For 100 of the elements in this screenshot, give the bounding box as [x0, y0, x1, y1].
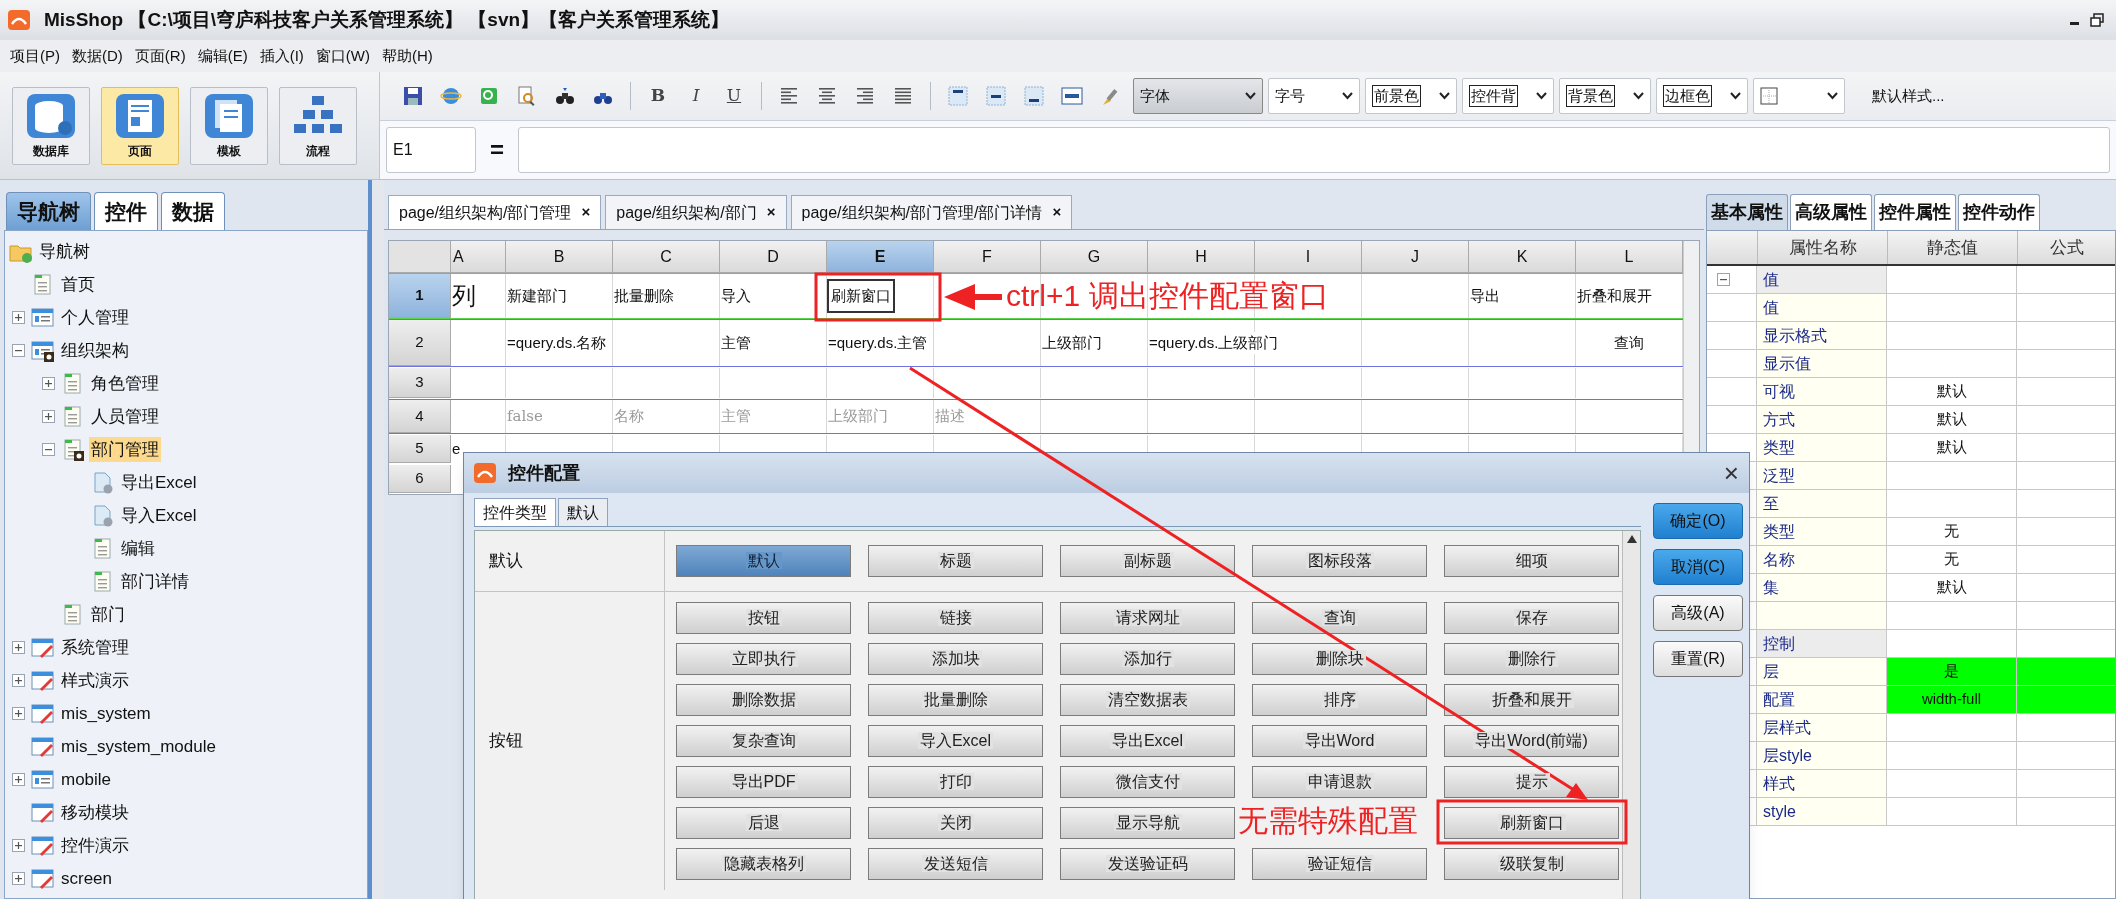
control-type-button[interactable]: 立即执行: [676, 643, 851, 675]
panel-tab[interactable]: 控件: [94, 192, 158, 230]
tree-item[interactable]: 人员管理: [89, 403, 161, 430]
control-type-button[interactable]: 添加行: [1060, 643, 1235, 675]
control-type-button[interactable]: 导出Word: [1252, 725, 1427, 757]
control-type-button[interactable]: 保存: [1444, 602, 1619, 634]
close-button[interactable]: ×: [1723, 460, 1739, 486]
expand-toggle[interactable]: [1717, 273, 1730, 286]
format-dropdown[interactable]: 字号: [1268, 78, 1360, 114]
column-header[interactable]: B: [506, 241, 613, 273]
menu-item[interactable]: 帮助(H): [376, 44, 439, 68]
control-type-button[interactable]: 批量删除: [868, 684, 1043, 716]
text-style-button[interactable]: B: [647, 83, 669, 109]
row-header[interactable]: 1: [389, 274, 451, 318]
control-type-button[interactable]: 排序: [1252, 684, 1427, 716]
document-tab[interactable]: page/组织架构/部门管理 ×: [388, 195, 602, 229]
globe-icon[interactable]: [440, 85, 462, 107]
expand-toggle[interactable]: [11, 674, 25, 687]
expand-toggle[interactable]: [11, 344, 25, 357]
menu-item[interactable]: 数据(D): [66, 44, 129, 68]
format-dropdown[interactable]: 字体: [1133, 78, 1263, 114]
control-type-button[interactable]: 删除块: [1252, 643, 1427, 675]
control-type-button[interactable]: 复杂查询: [676, 725, 851, 757]
tree-item[interactable]: 移动模块: [59, 799, 131, 826]
cell-name-field[interactable]: E1: [386, 127, 476, 173]
restore-icon[interactable]: [2090, 13, 2104, 27]
tree-item[interactable]: 个人管理: [59, 304, 131, 331]
control-type-button[interactable]: 打印: [868, 766, 1043, 798]
dialog-action-button[interactable]: 高级(A): [1653, 595, 1743, 631]
control-type-button[interactable]: 导出Excel: [1060, 725, 1235, 757]
format-dropdown[interactable]: 控件背: [1462, 78, 1554, 114]
binoculars-icon[interactable]: [554, 85, 576, 107]
control-type-button[interactable]: 链接: [868, 602, 1043, 634]
control-type-button[interactable]: 后退: [676, 807, 851, 839]
property-value[interactable]: 默认: [1887, 378, 2017, 405]
dialog-action-button[interactable]: 确定(O): [1653, 503, 1743, 539]
vertical-align-icon[interactable]: [985, 85, 1007, 107]
tree-item[interactable]: 组织架构: [59, 337, 131, 364]
property-value[interactable]: 默认: [1887, 434, 2017, 461]
column-header[interactable]: C: [613, 241, 720, 273]
format-dropdown[interactable]: 边框色: [1656, 78, 1748, 114]
scroll-up-icon[interactable]: [1626, 535, 1637, 543]
tree-item[interactable]: 角色管理: [89, 370, 161, 397]
format-dropdown[interactable]: 背景色: [1559, 78, 1651, 114]
document-tab[interactable]: page/组织架构/部门 ×: [605, 195, 787, 229]
mode-button[interactable]: 数据库: [12, 86, 90, 165]
panel-tab[interactable]: 控件动作: [1958, 194, 2040, 230]
close-button[interactable]: ×: [1052, 201, 1062, 224]
document-tab[interactable]: page/组织架构/部门管理/部门详情 ×: [790, 195, 1073, 229]
merge-cells-icon[interactable]: [1061, 85, 1083, 107]
mode-button[interactable]: 模板: [190, 86, 268, 165]
column-header[interactable]: G: [1041, 241, 1148, 273]
control-type-button[interactable]: 刷新窗口: [1444, 807, 1619, 839]
control-type-button[interactable]: 清空数据表: [1060, 684, 1235, 716]
property-value[interactable]: 无: [1887, 546, 2017, 573]
row-header[interactable]: 4: [389, 400, 451, 433]
mode-button[interactable]: 流程: [279, 86, 357, 165]
dialog-tab[interactable]: 控件类型: [474, 498, 556, 526]
expand-toggle[interactable]: [41, 443, 55, 456]
menu-item[interactable]: 页面(R): [128, 44, 192, 68]
menu-item[interactable]: 项目(P): [4, 44, 66, 68]
panel-tab[interactable]: 控件属性: [1874, 194, 1956, 230]
control-type-button[interactable]: 按钮: [676, 602, 851, 634]
format-dropdown[interactable]: 前景色: [1365, 78, 1457, 114]
close-button[interactable]: ×: [581, 201, 591, 224]
expand-toggle[interactable]: [11, 707, 25, 720]
tree-item[interactable]: 样式演示: [59, 667, 131, 694]
save-icon[interactable]: [402, 85, 424, 107]
border-dropdown[interactable]: [1753, 78, 1845, 114]
tree-item[interactable]: 控件演示: [59, 832, 131, 859]
control-type-button[interactable]: 验证短信: [1252, 848, 1427, 880]
panel-tab[interactable]: 导航树: [6, 192, 91, 230]
column-header[interactable]: D: [720, 241, 827, 273]
control-type-button[interactable]: 提示: [1444, 766, 1619, 798]
panel-tab[interactable]: 基本属性: [1706, 194, 1788, 230]
control-type-button[interactable]: 发送短信: [868, 848, 1043, 880]
expand-toggle[interactable]: [11, 839, 25, 852]
control-type-button[interactable]: 申请退款: [1252, 766, 1427, 798]
column-header[interactable]: I: [1255, 241, 1362, 273]
control-type-button[interactable]: 折叠和展开: [1444, 684, 1619, 716]
control-type-button[interactable]: 细项: [1444, 545, 1619, 577]
control-type-button[interactable]: 默认: [676, 545, 851, 577]
row-header[interactable]: 2: [389, 320, 451, 366]
tree-item[interactable]: screen: [59, 865, 115, 892]
tree-item[interactable]: 部门管理: [89, 436, 161, 463]
default-style-button[interactable]: 默认样式...: [1872, 84, 1945, 108]
expand-toggle[interactable]: [11, 872, 25, 885]
tree-item[interactable]: 部门: [89, 601, 127, 628]
column-header[interactable]: J: [1362, 241, 1469, 273]
panel-tab[interactable]: 数据: [161, 192, 225, 230]
dialog-action-button[interactable]: 重置(R): [1653, 641, 1743, 677]
expand-toggle[interactable]: [11, 773, 25, 786]
column-header[interactable]: A: [451, 241, 506, 273]
control-type-button[interactable]: 显示导航: [1060, 807, 1235, 839]
tree-item[interactable]: 编辑: [119, 535, 157, 562]
control-type-button[interactable]: 查询: [1252, 602, 1427, 634]
tree-item[interactable]: 部门详情: [119, 568, 191, 595]
scrollbar[interactable]: [1622, 531, 1640, 899]
control-type-button[interactable]: 副标题: [1060, 545, 1235, 577]
control-type-button[interactable]: 隐藏表格列: [676, 848, 851, 880]
